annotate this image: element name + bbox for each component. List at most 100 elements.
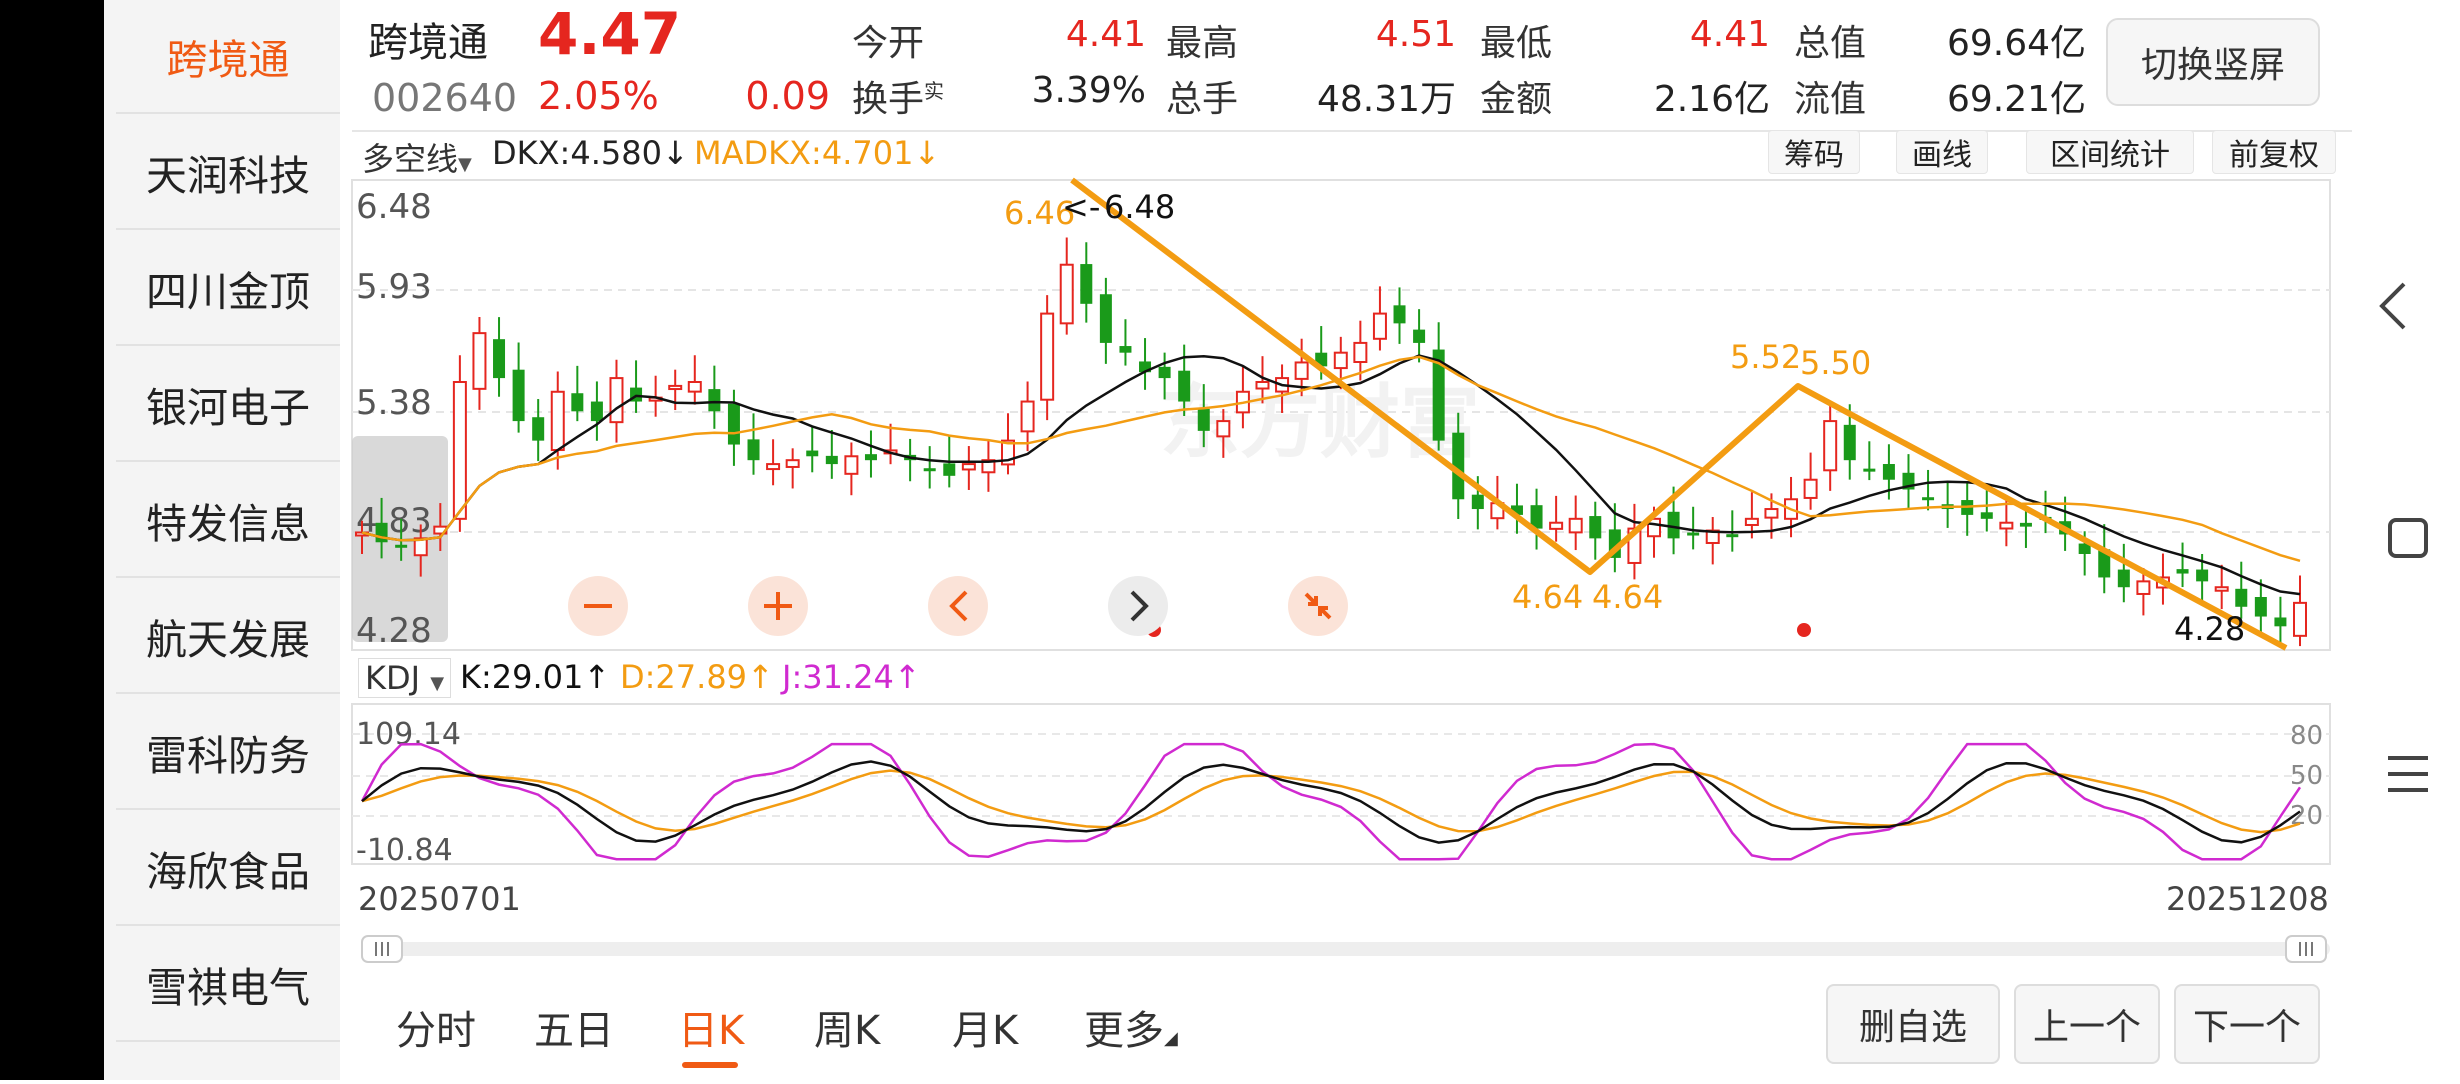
delete-watchlist-button[interactable]: 删自选 [1826, 984, 2000, 1064]
candle-body [2274, 617, 2287, 627]
scroll-left-button[interactable] [928, 576, 988, 636]
range-slider-track[interactable] [362, 942, 2330, 956]
tab-five-day[interactable]: 五日 [534, 998, 614, 1056]
candle-body [1255, 381, 1270, 390]
kline-chart[interactable]: 东方财富 6.48 5.93 5.38 4.83 4.28 6.46 <- 6.… [0, 0, 2460, 1080]
range-slider-right-handle[interactable] [2285, 935, 2327, 963]
kdj-d-value: D:27.89↑ [620, 658, 774, 696]
candle-body [2214, 586, 2229, 592]
candle-body [1059, 263, 1074, 325]
candle-body [1178, 370, 1191, 402]
candle-body [1040, 312, 1055, 401]
candle-body [375, 522, 388, 543]
back-icon[interactable] [2379, 282, 2406, 330]
candle-body [1667, 511, 1680, 539]
candle-body [590, 401, 603, 422]
kdj-k-value: K:29.01↑ [460, 658, 611, 696]
candle-body [1744, 517, 1759, 526]
annotation-low-right: 4.64 [1592, 578, 1663, 616]
price-axis-label: 4.28 [356, 611, 432, 651]
candle-body [1372, 312, 1387, 340]
tab-more[interactable]: 更多◢ [1084, 998, 1178, 1056]
candle-body [1471, 494, 1484, 510]
candle-body [806, 450, 819, 457]
candle-body [1922, 497, 1935, 501]
zoom-in-button[interactable] [748, 576, 808, 636]
recents-icon[interactable] [2388, 756, 2428, 792]
candle-body [395, 544, 408, 548]
candle-body [1803, 478, 1818, 499]
candle-body [747, 439, 760, 461]
scroll-right-button[interactable] [1108, 576, 1168, 636]
kdj-axis-bottom: -10.84 [356, 833, 453, 868]
active-tab-indicator [682, 1062, 738, 1068]
corner-arrow-icon: ◢ [1164, 1028, 1178, 1049]
candle-body [1589, 516, 1602, 539]
candle-body [2019, 522, 2032, 527]
candle-body [1099, 294, 1112, 343]
range-slider-left-handle[interactable] [361, 935, 403, 963]
annotation-high-right: 6.48 [1104, 188, 1175, 226]
candle-body [708, 389, 721, 412]
tab-weekly-k[interactable]: 周K [814, 998, 880, 1056]
reset-zoom-button[interactable] [1288, 576, 1348, 636]
zoom-out-button[interactable] [568, 576, 628, 636]
candle-body [1843, 424, 1856, 461]
candle-body [1393, 305, 1406, 324]
candle-body [1080, 264, 1093, 304]
candle-body [1294, 361, 1309, 380]
marker-dot [1797, 623, 1811, 637]
candle-body [2136, 580, 2151, 595]
candle-body [1980, 512, 1993, 519]
annotation-peak-right: 5.50 [1800, 344, 1871, 382]
candle-body [532, 417, 545, 441]
candle-body [571, 393, 584, 412]
date-end: 20251208 [2166, 880, 2329, 918]
candle-body [2293, 601, 2307, 637]
candle-body [1823, 420, 1838, 472]
previous-button[interactable]: 上一个 [2014, 984, 2160, 1064]
candle-body [961, 463, 976, 471]
candle-body [1413, 329, 1426, 343]
date-start: 20250701 [358, 880, 521, 918]
candle-body [864, 454, 877, 461]
kdj-level-50: 50 [2290, 761, 2323, 791]
candle-body [1333, 351, 1348, 370]
tab-monthly-k[interactable]: 月K [952, 998, 1018, 1056]
candle-body [493, 339, 506, 379]
tab-intraday[interactable]: 分时 [396, 998, 476, 1056]
candle-body [1353, 341, 1368, 363]
candle-body [1687, 532, 1700, 536]
candle-body [727, 403, 740, 445]
kdj-select[interactable]: KDJ ▼ [358, 658, 452, 698]
candle-body [2117, 569, 2130, 588]
candle-body [766, 463, 781, 471]
candle-body [609, 377, 624, 424]
candle-body [1549, 521, 1564, 530]
candle-body [1999, 521, 2014, 530]
candle-body [1216, 420, 1231, 438]
candle-body [687, 381, 702, 393]
price-axis-label: 5.93 [356, 267, 432, 307]
candle-body [1119, 346, 1132, 353]
candle-body [1726, 534, 1739, 538]
dropdown-icon: ▼ [430, 673, 445, 694]
candle-body [1197, 408, 1210, 431]
kdj-axis-top: 109.14 [356, 717, 461, 752]
kdj-j-value: J:31.24↑ [782, 658, 921, 696]
candle-body [472, 332, 487, 390]
candle-body [2196, 569, 2209, 582]
candle-body [844, 455, 859, 475]
candle-body [943, 463, 956, 476]
kdj-d-line [361, 769, 2301, 834]
candle-body [923, 468, 936, 472]
candle-body [2254, 597, 2267, 617]
candle-body [1882, 464, 1895, 480]
candle-body [1863, 468, 1876, 472]
annotation-high-right-prefix: <- [1062, 188, 1100, 226]
next-button[interactable]: 下一个 [2174, 984, 2320, 1064]
candle-body [785, 459, 800, 468]
tab-daily-k[interactable]: 日K [678, 998, 744, 1056]
home-icon[interactable] [2388, 518, 2428, 558]
candle-body [1158, 366, 1171, 379]
